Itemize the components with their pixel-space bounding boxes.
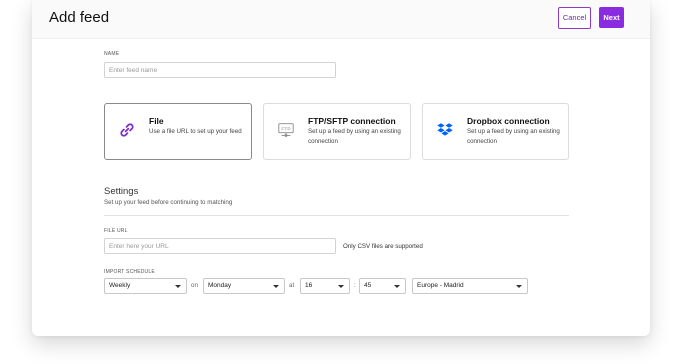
option-ftp[interactable]: FTP FTP/SFTP connection Set up a feed by… xyxy=(263,103,411,160)
link-icon xyxy=(120,123,134,137)
chevron-down-icon xyxy=(516,285,522,288)
option-dropbox-title: Dropbox connection xyxy=(467,116,550,126)
timezone-select[interactable]: Europe - Madrid xyxy=(412,278,528,294)
frequency-value: Weekly xyxy=(109,282,131,289)
svg-text:FTP: FTP xyxy=(281,126,291,132)
chevron-down-icon xyxy=(175,285,181,288)
hour-select[interactable]: 16 xyxy=(300,278,350,294)
cancel-button[interactable]: Cancel xyxy=(558,7,591,29)
chevron-down-icon xyxy=(273,285,279,288)
file-url-label: FILE URL xyxy=(104,228,128,234)
frequency-select[interactable]: Weekly xyxy=(104,278,187,294)
file-url-input[interactable]: Enter here your URL xyxy=(104,238,336,254)
option-file[interactable]: File Use a file URL to set up your feed xyxy=(104,103,252,160)
timezone-value: Europe - Madrid xyxy=(417,282,464,289)
add-feed-dialog: Add feed Cancel Next NAME Enter feed nam… xyxy=(32,0,650,336)
option-ftp-title: FTP/SFTP connection xyxy=(308,116,396,126)
settings-title: Settings xyxy=(104,186,139,197)
feed-name-placeholder: Enter feed name xyxy=(109,67,158,74)
day-value: Monday xyxy=(208,282,232,289)
option-dropbox-description: Set up a feed by using an existing conne… xyxy=(467,128,560,145)
name-label: NAME xyxy=(104,51,120,57)
file-url-placeholder: Enter here your URL xyxy=(109,243,169,250)
option-ftp-description: Set up a feed by using an existing conne… xyxy=(308,128,401,145)
option-file-title: File xyxy=(149,116,164,126)
divider xyxy=(104,215,569,216)
dropbox-icon xyxy=(437,123,453,136)
page-title: Add feed xyxy=(49,9,110,26)
at-label: at xyxy=(289,282,295,289)
on-label: on xyxy=(191,282,198,289)
chevron-down-icon xyxy=(394,285,400,288)
file-url-note: Only CSV files are supported xyxy=(343,243,423,250)
settings-subtitle: Set up your feed before continuing to ma… xyxy=(104,199,233,206)
feed-name-input[interactable]: Enter feed name xyxy=(104,62,336,78)
dialog-header: Add feed Cancel Next xyxy=(32,0,650,39)
day-select[interactable]: Monday xyxy=(203,278,285,294)
ftp-icon: FTP xyxy=(278,123,294,137)
import-schedule-label: IMPORT SCHEDULE xyxy=(104,269,155,275)
minute-value: 45 xyxy=(364,282,372,289)
next-button[interactable]: Next xyxy=(599,7,624,28)
hour-value: 16 xyxy=(305,282,313,289)
chevron-down-icon xyxy=(338,285,344,288)
option-file-description: Use a file URL to set up your feed xyxy=(149,128,242,135)
time-separator: : xyxy=(354,282,356,289)
minute-select[interactable]: 45 xyxy=(359,278,406,294)
option-dropbox[interactable]: Dropbox connection Set up a feed by usin… xyxy=(422,103,569,160)
